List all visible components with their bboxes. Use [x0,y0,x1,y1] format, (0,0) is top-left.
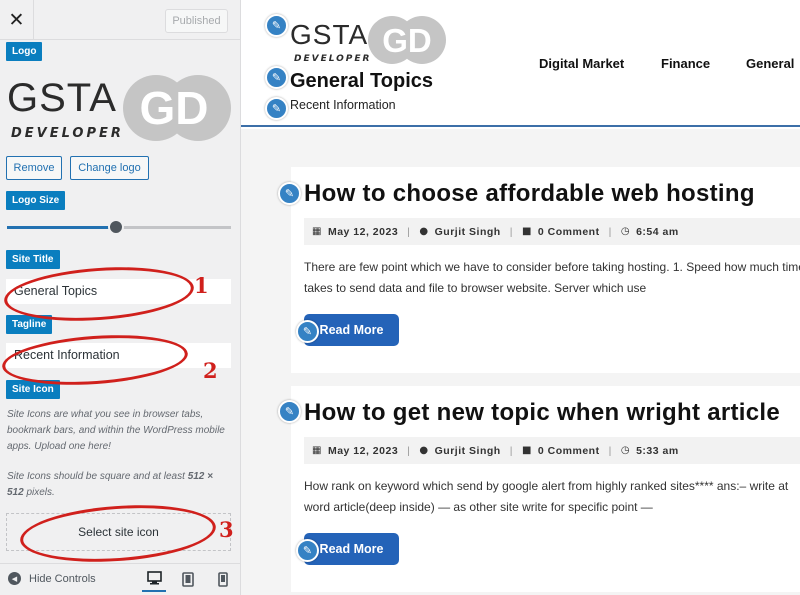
annotation-number-2: 2 [203,358,218,383]
logo-size-slider-track[interactable] [116,226,231,229]
post-date: May 12, 2023 [327,444,399,457]
annotation-ellipse-2 [0,329,190,391]
edit-post-title-pencil-icon[interactable]: ✎ [278,182,301,205]
mobile-icon [218,571,228,587]
annotation-number-3: 3 [219,517,234,542]
post-meta: ▦ May 12, 2023 | ● Gurjit Singh | ■ 0 Comme… [304,437,800,464]
annotation-ellipse-3 [18,499,218,568]
header-logo[interactable]: GD GSTA DEVELOPER [290,15,450,70]
logo-size-slider-fill [7,226,117,229]
clock-icon: ◷ [620,226,631,237]
calendar-icon: ▦ [312,445,322,456]
post-date: May 12, 2023 [327,225,399,238]
site-title-label: Site Title [6,250,60,269]
site-title[interactable]: General Topics [290,70,433,93]
logo-mark-icon: GD [123,75,231,141]
logo-size-slider-handle[interactable] [107,219,124,235]
edit-logo-pencil-icon[interactable]: ✎ [265,14,288,37]
header-logo-mark-icon: GD [368,16,446,64]
nav-item-finance[interactable]: Finance [661,56,710,71]
edit-read-more-pencil-icon[interactable]: ✎ [296,320,319,343]
panel-logo: GD GSTA DEVELOPER [7,72,235,152]
post-comments[interactable]: 0 Comment [538,445,600,457]
post-excerpt-line: How rank on keyword which send by google… [304,479,789,493]
tablet-icon [182,571,194,587]
svg-text:GD: GD [382,22,432,59]
logo-size-label: Logo Size [6,191,66,210]
annotation-ellipse-1 [2,261,196,327]
post-excerpt-line: There are few point which we have to con… [304,260,800,274]
hide-controls-button[interactable]: ◀ Hide Controls [8,572,96,585]
site-icon-description: Site Icons are what you see in browser t… [7,409,225,452]
site-icon-size-note: Site Icons should be square and at least… [7,471,213,498]
posts-area: How to choose affordable web hosting ▦ Ma… [241,129,800,595]
panel-footer: ◀ Hide Controls [0,563,240,595]
publish-button[interactable]: Published [165,9,228,33]
close-icon[interactable]: ✕ [0,0,34,40]
edit-tagline-pencil-icon[interactable]: ✎ [265,97,288,120]
header-logo-subtitle: DEVELOPER [294,54,372,64]
clock-icon: ◷ [620,445,631,456]
comments-icon: ■ [521,445,532,456]
post-card: How to get new topic when wright article… [291,386,800,592]
site-header: GD GSTA DEVELOPER ✎ ✎ ✎ General Topics R… [241,0,800,127]
logo-wordmark: GSTA [7,76,117,120]
mobile-preview-button[interactable] [211,566,235,592]
remove-logo-button[interactable]: Remove [6,156,62,180]
post-card: How to choose affordable web hosting ▦ Ma… [291,167,800,373]
post-author[interactable]: Gurjit Singh [435,445,501,457]
svg-text:GD: GD [140,82,209,134]
post-meta: ▦ May 12, 2023 | ● Gurjit Singh | ■ 0 Comme… [304,218,800,245]
user-icon: ● [419,226,429,237]
tablet-preview-button[interactable] [176,566,200,592]
edit-title-pencil-icon[interactable]: ✎ [265,66,288,89]
site-tagline: Recent Information [290,98,396,112]
post-time: 5:33 am [636,444,679,457]
panel-header: ✕ Published [0,0,240,40]
post-time: 6:54 am [636,225,679,238]
calendar-icon: ▦ [312,226,322,237]
nav-item-digital-market[interactable]: Digital Market [539,56,624,71]
change-logo-button[interactable]: Change logo [70,156,149,180]
post-author[interactable]: Gurjit Singh [435,226,501,238]
nav-item-general[interactable]: General [746,56,794,71]
edit-read-more-pencil-icon[interactable]: ✎ [296,539,319,562]
customizer-panel: ✕ Published Logo GD GSTA DEVELOPER Remov… [0,0,241,595]
desktop-icon [146,571,162,585]
post-comments[interactable]: 0 Comment [538,226,600,238]
post-excerpt-line: word article(deep inside) — as other sit… [304,500,653,514]
post-excerpt-line: takes to send data and file to browser w… [304,281,647,295]
desktop-preview-button[interactable] [142,566,166,592]
annotation-number-1: 1 [194,273,209,298]
post-title[interactable]: How to choose affordable web hosting [304,180,755,208]
post-title[interactable]: How to get new topic when wright article [304,399,780,427]
logo-section-label: Logo [6,42,43,61]
header-logo-wordmark: GSTA [290,19,369,50]
comments-icon: ■ [521,226,532,237]
user-icon: ● [419,445,429,456]
edit-post-title-pencil-icon[interactable]: ✎ [278,400,301,423]
arrow-left-icon: ◀ [8,572,21,585]
site-preview: GD GSTA DEVELOPER ✎ ✎ ✎ General Topics R… [241,0,800,595]
logo-subtitle: DEVELOPER [11,126,124,141]
hide-controls-label: Hide Controls [29,572,96,585]
